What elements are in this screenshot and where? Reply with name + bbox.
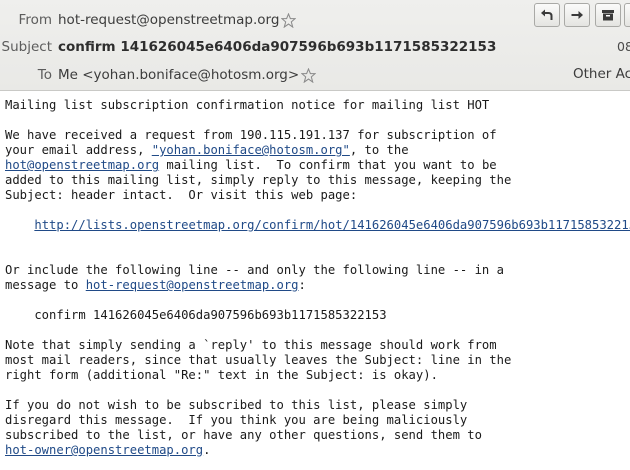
body-line: subscribed to the list, or have any othe… bbox=[5, 428, 482, 442]
body-line: Mailing list subscription confirmation n… bbox=[5, 98, 490, 112]
message-header: From hot-request@openstreetmap.org Subje… bbox=[0, 0, 630, 91]
message-body: Mailing list subscription confirmation n… bbox=[5, 98, 630, 458]
email-link[interactable]: "yohan.boniface@hotosm.org" bbox=[152, 143, 350, 157]
date-partial: 08 bbox=[617, 39, 630, 54]
body-line: hot-owner@openstreetmap.org. bbox=[5, 443, 211, 457]
trash-button[interactable] bbox=[624, 3, 630, 27]
request-address-link[interactable]: hot-request@openstreetmap.org bbox=[86, 278, 299, 292]
subject-value: confirm 141626045e6406da907596b693b11715… bbox=[58, 39, 497, 55]
undo-button[interactable] bbox=[534, 3, 560, 27]
redo-arrow-icon bbox=[571, 11, 583, 19]
undo-arrow-icon bbox=[541, 9, 553, 20]
body-line: right form (additional "Re:" text in the… bbox=[5, 368, 438, 382]
star-icon[interactable] bbox=[301, 67, 317, 83]
from-label: From bbox=[18, 12, 52, 28]
other-actions-button[interactable]: Other Ac bbox=[573, 66, 630, 82]
body-line: We have received a request from 190.115.… bbox=[5, 128, 497, 142]
archive-icon bbox=[602, 10, 614, 21]
star-icon[interactable] bbox=[281, 12, 297, 28]
owner-address-link[interactable]: hot-owner@openstreetmap.org bbox=[5, 443, 203, 457]
confirm-url-link[interactable]: http://lists.openstreetmap.org/confirm/h… bbox=[34, 218, 630, 232]
body-line: If you do not wish to be subscribed to t… bbox=[5, 398, 468, 412]
body-line: added to this mailing list, simply reply… bbox=[5, 173, 512, 187]
body-line: Subject: header intact. Or visit this we… bbox=[5, 188, 358, 202]
body-line: Note that simply sending a `reply' to th… bbox=[5, 338, 497, 352]
to-field[interactable]: Me <yohan.boniface@hotosm.org> bbox=[58, 67, 317, 83]
from-address[interactable]: hot-request@openstreetmap.org bbox=[58, 12, 279, 28]
body-line: http://lists.openstreetmap.org/confirm/h… bbox=[5, 218, 630, 233]
confirm-command-line: confirm 141626045e6406da907596b693b11715… bbox=[5, 308, 387, 322]
body-line: hot@openstreetmap.org mailing list. To c… bbox=[5, 158, 497, 172]
body-line: your email address, "yohan.boniface@hoto… bbox=[5, 143, 409, 157]
forward-button[interactable] bbox=[564, 3, 590, 27]
to-label: To bbox=[37, 67, 52, 83]
to-address[interactable]: Me <yohan.boniface@hotosm.org> bbox=[58, 67, 299, 83]
body-line: message to hot-request@openstreetmap.org… bbox=[5, 278, 306, 292]
list-address-link[interactable]: hot@openstreetmap.org bbox=[5, 158, 159, 172]
body-line: most mail readers, since that usually le… bbox=[5, 353, 512, 367]
body-line: disregard this message. If you think you… bbox=[5, 413, 468, 427]
body-line: Or include the following line -- and onl… bbox=[5, 263, 504, 277]
from-field[interactable]: hot-request@openstreetmap.org bbox=[58, 12, 297, 28]
subject-label: Subject bbox=[1, 39, 52, 55]
archive-button[interactable] bbox=[595, 3, 621, 27]
